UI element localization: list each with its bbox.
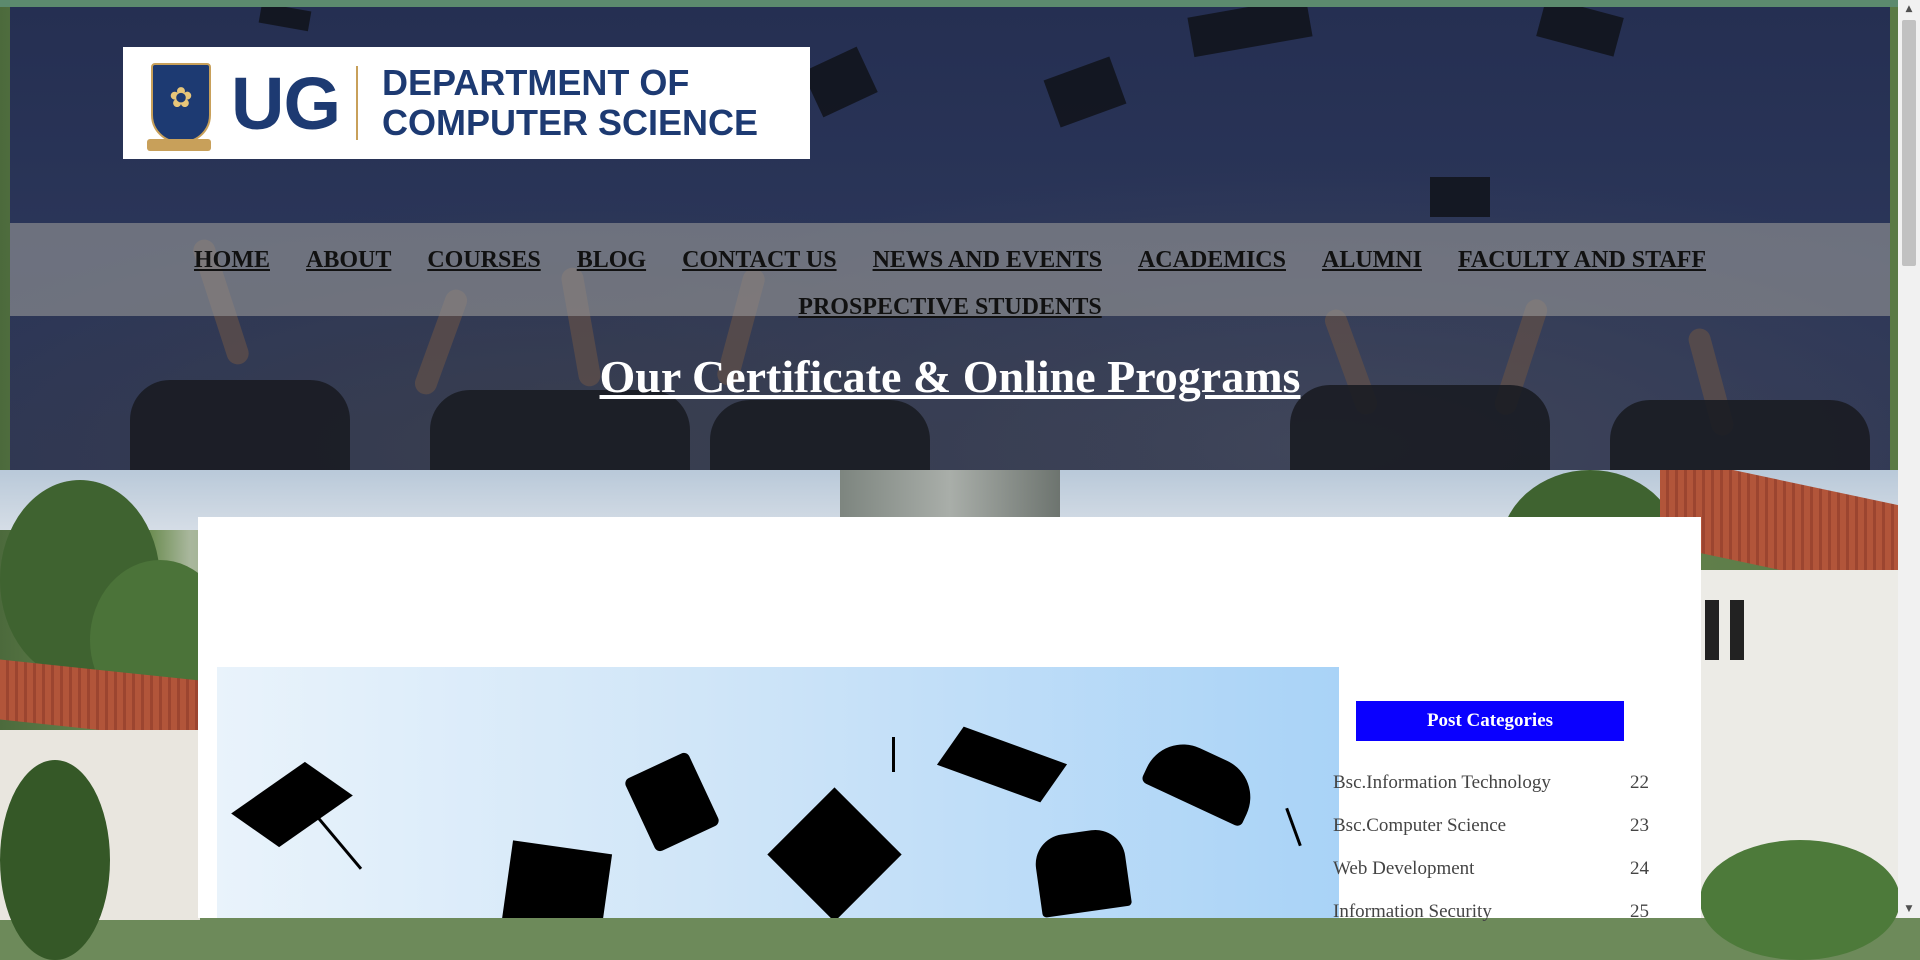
department-logo[interactable]: ✿ UG DEPARTMENT OF COMPUTER SCIENCE: [123, 47, 810, 159]
page-title: Our Certificate & Online Programs: [599, 351, 1301, 402]
scroll-down-arrow-icon[interactable]: ▼: [1898, 900, 1920, 918]
category-count: 22: [1630, 772, 1649, 793]
category-name: Web Development: [1333, 858, 1475, 879]
hero-header: ✿ UG DEPARTMENT OF COMPUTER SCIENCE HOME…: [10, 7, 1890, 470]
nav-faculty-and-staff[interactable]: FACULTY AND STAFF: [1458, 237, 1706, 284]
logo-ug-text: UG: [231, 61, 341, 145]
category-item[interactable]: Bsc.Information Technology 22: [1333, 769, 1649, 812]
main-navigation-band: HOME ABOUT COURSES BLOG CONTACT US NEWS …: [10, 223, 1890, 320]
window-top-strip: [0, 0, 1920, 7]
logo-divider: [356, 66, 358, 140]
nav-news-and-events[interactable]: NEWS AND EVENTS: [873, 237, 1102, 284]
category-list: Bsc.Information Technology 22 Bsc.Comput…: [1333, 769, 1653, 941]
scrollbar-thumb[interactable]: [1902, 20, 1916, 266]
category-count: 25: [1630, 901, 1649, 922]
nav-home[interactable]: HOME: [194, 237, 270, 284]
category-count: 23: [1630, 815, 1649, 836]
category-name: Information Security: [1333, 901, 1492, 922]
nav-blog[interactable]: BLOG: [577, 237, 646, 284]
post-categories-sidebar: Post Categories Bsc.Information Technolo…: [1333, 701, 1653, 941]
vertical-scrollbar[interactable]: ▲ ▼: [1898, 0, 1920, 918]
graduation-caps-image: [217, 667, 1339, 918]
category-count: 24: [1630, 858, 1649, 879]
logo-department-name: DEPARTMENT OF COMPUTER SCIENCE: [382, 62, 759, 143]
nav-courses[interactable]: COURSES: [427, 237, 540, 284]
category-item[interactable]: Information Security 25: [1333, 898, 1649, 941]
nav-prospective-students[interactable]: PROSPECTIVE STUDENTS: [798, 284, 1101, 331]
main-navigation: HOME ABOUT COURSES BLOG CONTACT US NEWS …: [10, 223, 1890, 331]
university-crest-icon: ✿: [147, 63, 211, 151]
category-item[interactable]: Bsc.Computer Science 23: [1333, 812, 1649, 855]
category-item[interactable]: Web Development 24: [1333, 855, 1649, 898]
category-name: Bsc.Computer Science: [1333, 815, 1507, 836]
scroll-up-arrow-icon[interactable]: ▲: [1898, 0, 1920, 18]
nav-contact-us[interactable]: CONTACT US: [682, 237, 836, 284]
nav-academics[interactable]: ACADEMICS: [1138, 237, 1286, 284]
nav-alumni[interactable]: ALUMNI: [1322, 237, 1422, 284]
post-categories-heading: Post Categories: [1356, 701, 1624, 741]
nav-about[interactable]: ABOUT: [306, 237, 391, 284]
category-name: Bsc.Information Technology: [1333, 772, 1551, 793]
content-card: Post Categories Bsc.Information Technolo…: [198, 517, 1701, 922]
